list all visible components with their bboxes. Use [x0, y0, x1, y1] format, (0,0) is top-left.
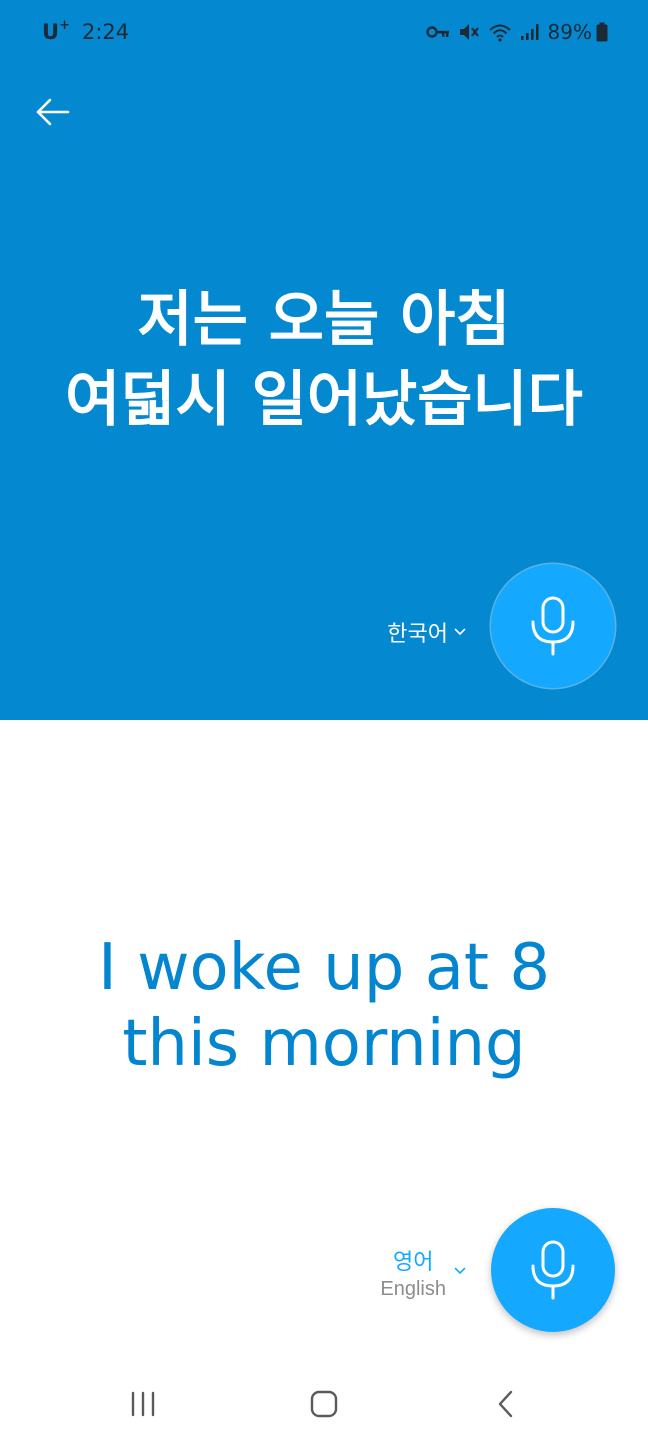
signal-icon — [520, 23, 540, 41]
vpn-key-icon — [425, 25, 450, 39]
mute-icon — [458, 22, 480, 42]
back-nav-button[interactable] — [476, 1374, 536, 1434]
target-language-english: English — [380, 1278, 446, 1300]
microphone-icon — [531, 1240, 575, 1300]
system-nav-bar — [0, 1366, 648, 1440]
carrier-label: U+ — [42, 18, 70, 44]
microphone-icon — [531, 596, 575, 656]
back-arrow-icon — [36, 98, 70, 126]
target-language-selector[interactable]: 영어 English — [340, 1244, 466, 1306]
recent-apps-button[interactable] — [113, 1374, 173, 1434]
status-bar: U+ 2:24 89% — [0, 0, 648, 66]
wifi-icon — [488, 22, 512, 42]
battery-percent: 89% — [547, 20, 592, 44]
source-text: 저는 오늘 아침 여덟시 일어났습니다 — [24, 280, 624, 440]
target-language-labels: 영어 English — [380, 1249, 446, 1301]
home-button[interactable] — [294, 1374, 354, 1434]
translated-text-line1: I woke up at 8 — [97, 931, 551, 1005]
carrier-sup: + — [59, 18, 70, 33]
carrier-name: U — [42, 20, 60, 44]
status-right: 89% — [418, 20, 608, 44]
battery-icon — [596, 22, 608, 42]
status-left: U+ 2:24 — [42, 18, 130, 44]
status-time: 2:24 — [81, 20, 130, 44]
translated-text-line2: this morning — [122, 1007, 526, 1081]
translator-screen: U+ 2:24 89% 저는 오늘 아침 여덟시 일어났습니다 한국어 I wo… — [0, 0, 648, 1440]
home-icon — [310, 1390, 338, 1418]
source-text-line1: 저는 오늘 아침 — [137, 285, 511, 355]
translated-text: I woke up at 8 this morning — [24, 930, 624, 1082]
chevron-down-icon — [454, 1267, 466, 1275]
back-nav-icon — [498, 1390, 513, 1418]
source-language-selector[interactable]: 한국어 — [340, 612, 466, 652]
target-language-native: 영어 — [392, 1250, 434, 1275]
back-button[interactable] — [30, 90, 74, 134]
source-panel: U+ 2:24 89% 저는 오늘 아침 여덟시 일어났습니다 한국어 — [0, 0, 648, 720]
source-language-label: 한국어 — [387, 622, 448, 647]
chevron-down-icon — [454, 628, 466, 636]
target-mic-button[interactable] — [491, 1208, 615, 1332]
source-text-line2: 여덟시 일어났습니다 — [65, 365, 583, 435]
recent-apps-icon — [131, 1391, 155, 1417]
source-mic-button[interactable] — [491, 564, 615, 688]
